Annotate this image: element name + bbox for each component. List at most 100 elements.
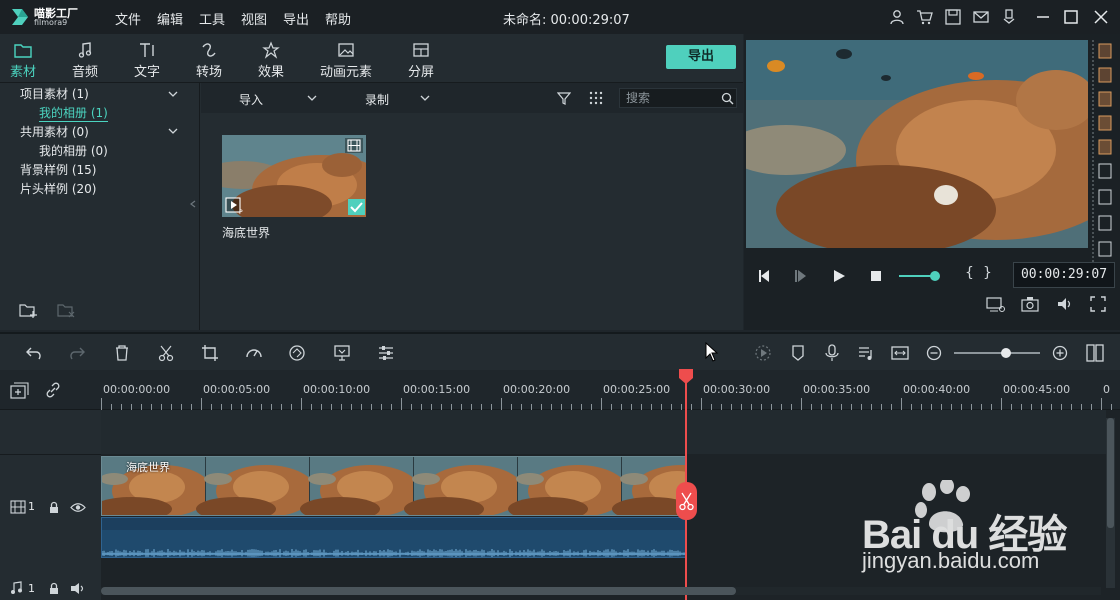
timeline-ruler[interactable]: 00:00:00:00 00:00:05:00 00:00:10:00 00:00:1… <box>0 370 1120 410</box>
menu-help[interactable]: 帮助 <box>325 9 351 28</box>
scrollbar-thumb[interactable] <box>101 587 736 595</box>
lock-icon[interactable] <box>48 501 60 514</box>
delete-folder-icon[interactable] <box>56 301 76 319</box>
tree-item-intro-samples[interactable]: 片头样例 (20) <box>20 180 96 197</box>
audio-clip[interactable] <box>101 517 687 558</box>
chevron-down-icon[interactable] <box>168 127 178 135</box>
menu-edit[interactable]: 编辑 <box>157 9 183 28</box>
link-icon[interactable] <box>44 381 62 399</box>
menu-view[interactable]: 视图 <box>241 9 267 28</box>
render-preview-icon[interactable] <box>754 344 772 362</box>
speaker-icon[interactable] <box>70 582 86 595</box>
zoom-slider[interactable] <box>954 352 1040 354</box>
cart-icon[interactable] <box>916 8 934 26</box>
tree-item-project-media[interactable]: 项目素材 (1) <box>20 85 89 102</box>
watermark-url: jingyan.baidu.com <box>862 548 1040 573</box>
close-icon[interactable] <box>1092 8 1110 26</box>
tab-transition[interactable]: 转场 <box>179 34 239 82</box>
media-library-tree: 项目素材 (1) 我的相册 (1) 共用素材 (0) 我的相册 (0) 背景样例… <box>0 83 200 330</box>
search-input[interactable] <box>626 90 716 106</box>
maximize-icon[interactable] <box>1062 8 1080 26</box>
fit-timeline-icon[interactable] <box>891 344 909 362</box>
ruler-label: 00:00:00:00 <box>103 383 171 396</box>
track-headers: 1 1 <box>0 410 101 600</box>
marker-shield-icon[interactable] <box>789 344 807 362</box>
cut-scissors-icon[interactable] <box>157 344 175 362</box>
snapshot-camera-icon[interactable] <box>1021 296 1039 312</box>
ruler-label: 00:00:40:00 <box>903 383 971 396</box>
empty-track[interactable] <box>101 410 1106 454</box>
tree-item-shared-media[interactable]: 共用素材 (0) <box>20 123 89 140</box>
menu-export[interactable]: 导出 <box>283 9 309 28</box>
export-button[interactable]: 导出 <box>666 45 736 69</box>
media-thumbnail[interactable]: P <box>222 135 366 217</box>
display-settings-icon[interactable] <box>986 296 1006 314</box>
tree-item-my-album[interactable]: 我的相册 (1) <box>39 104 108 122</box>
menu-tools[interactable]: 工具 <box>199 9 225 28</box>
tab-split-screen[interactable]: 分屏 <box>391 34 451 82</box>
panel-layout-icon[interactable] <box>1086 344 1104 362</box>
green-screen-icon[interactable] <box>333 344 351 362</box>
tab-media[interactable]: 素材 <box>0 34 53 82</box>
video-clip[interactable]: 海底世界 <box>101 456 686 516</box>
minimize-icon[interactable] <box>1034 8 1052 26</box>
record-dropdown[interactable]: 录制 <box>365 91 389 108</box>
vertical-scrollbar[interactable] <box>1106 418 1115 588</box>
mark-out-icon[interactable]: } <box>983 265 992 281</box>
tab-label: 文字 <box>133 65 160 80</box>
lock-icon[interactable] <box>48 582 60 595</box>
save-icon[interactable] <box>944 8 962 26</box>
marker-strip <box>1090 40 1114 264</box>
search-box <box>619 88 737 108</box>
grid-view-icon[interactable] <box>589 91 603 105</box>
add-folder-icon[interactable] <box>18 301 38 319</box>
speed-gauge-icon[interactable] <box>245 344 263 362</box>
step-back-icon[interactable] <box>757 268 773 284</box>
filter-icon[interactable] <box>557 91 571 105</box>
add-track-icon[interactable] <box>10 382 30 400</box>
chevron-down-icon[interactable] <box>168 90 178 98</box>
audio-mixer-icon[interactable] <box>857 344 875 362</box>
account-icon[interactable] <box>888 8 906 26</box>
collapse-panel-icon[interactable] <box>190 200 196 208</box>
microphone-icon[interactable] <box>823 344 841 362</box>
step-forward-icon[interactable] <box>794 268 810 284</box>
tab-audio[interactable]: 音频 <box>55 34 115 82</box>
film-strip-icon <box>345 138 363 153</box>
mail-icon[interactable] <box>972 8 990 26</box>
tab-text[interactable]: 文字 <box>117 34 177 82</box>
checked-icon[interactable] <box>348 199 365 215</box>
zoom-in-icon[interactable] <box>1051 344 1069 362</box>
tree-item-background-samples[interactable]: 背景样例 (15) <box>20 161 96 178</box>
playhead-handle[interactable] <box>678 369 694 385</box>
volume-icon[interactable] <box>1056 296 1074 312</box>
tab-elements[interactable]: 动画元素 <box>316 34 376 82</box>
color-palette-icon[interactable] <box>288 344 306 362</box>
chevron-down-icon[interactable] <box>420 94 430 102</box>
preview-panel: { } 00:00:29:07 <box>744 34 1120 330</box>
chevron-down-icon[interactable] <box>307 94 317 102</box>
stop-icon[interactable] <box>868 268 884 284</box>
mark-in-icon[interactable]: { <box>965 265 974 281</box>
play-icon[interactable] <box>831 268 847 284</box>
tab-effects[interactable]: 效果 <box>241 34 301 82</box>
fullscreen-icon[interactable] <box>1090 296 1106 312</box>
redo-icon[interactable] <box>68 344 86 362</box>
volume-slider-handle[interactable] <box>930 271 940 281</box>
search-icon[interactable] <box>721 92 734 105</box>
adjust-sliders-icon[interactable] <box>377 344 395 362</box>
eye-icon[interactable] <box>70 502 86 513</box>
scrollbar-thumb[interactable] <box>1107 418 1114 528</box>
undo-icon[interactable] <box>25 344 43 362</box>
split-clip-button[interactable] <box>676 482 697 520</box>
divider <box>0 454 101 455</box>
import-dropdown[interactable]: 导入 <box>239 91 263 108</box>
crop-icon[interactable] <box>201 344 219 362</box>
zoom-slider-handle[interactable] <box>1000 348 1011 358</box>
app-logo: 喵影工厂 filmora9 <box>10 5 85 29</box>
download-icon[interactable] <box>1000 8 1018 26</box>
tree-item-shared-album[interactable]: 我的相册 (0) <box>39 142 108 159</box>
zoom-out-icon[interactable] <box>925 344 943 362</box>
delete-icon[interactable] <box>113 344 131 362</box>
menu-file[interactable]: 文件 <box>115 9 141 28</box>
